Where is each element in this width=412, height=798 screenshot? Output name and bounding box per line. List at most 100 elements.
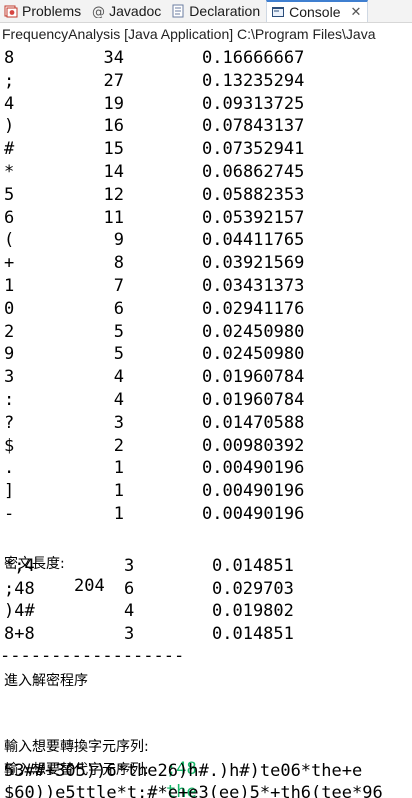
tab-javadoc-label: Javadoc [109, 3, 162, 19]
frequency-cell: 0.04411765 [202, 230, 305, 251]
frequency-cell: 0.09313725 [202, 93, 305, 114]
console-icon [271, 5, 285, 19]
char-cell: ? [4, 412, 15, 433]
frequency-cell: 0.06862745 [202, 162, 305, 182]
count-cell: 14 [103, 162, 124, 182]
tab-console-label: Console [289, 4, 341, 20]
substitute-prompt-line: 輸入想要替代字元序列: the [0, 737, 197, 798]
at-icon: @ [91, 4, 105, 20]
count-cell: 3 [124, 623, 135, 644]
count-cell: 8 [113, 253, 124, 274]
char-cell: ; [4, 70, 15, 91]
frequency-cell: 0.05392157 [202, 207, 305, 228]
count-cell: 12 [103, 184, 124, 205]
frequency-cell: 0.13235294 [202, 70, 305, 91]
sequence-cell: *;4 [4, 556, 35, 576]
count-cell: 3 [124, 556, 135, 576]
frequency-cell: 0.00490196 [202, 504, 305, 524]
tab-javadoc[interactable]: @ Javadoc [87, 0, 167, 22]
frequency-cell: 0.03431373 [202, 276, 305, 296]
char-cell: 3 [4, 367, 15, 388]
separator-line: ------------------ [0, 646, 185, 666]
count-cell: 4 [113, 390, 124, 410]
char-cell: 5 [4, 184, 15, 205]
char-cell: ( [4, 230, 15, 251]
char-cell: 1 [4, 276, 15, 296]
frequency-cell: 0.00490196 [202, 458, 305, 479]
char-cell: 6 [4, 207, 15, 228]
frequency-cell: 0.00490196 [202, 481, 305, 502]
count-cell: 7 [113, 276, 124, 296]
enter-decrypt-line: 進入解密程序 [4, 673, 88, 689]
char-cell: : [4, 390, 15, 410]
char-cell: ) [4, 116, 15, 137]
char-cell: 9 [4, 344, 15, 365]
frequency-cell: 0.02450980 [202, 344, 305, 365]
console-launch-title: FrequencyAnalysis [Java Application] C:\… [2, 26, 376, 42]
frequency-cell: 0.16666667 [202, 48, 305, 68]
frequency-cell: 0.014851 [212, 623, 294, 644]
count-cell: 3 [113, 412, 124, 433]
char-cell: * [4, 162, 15, 182]
count-cell: 1 [113, 481, 124, 502]
char-cell: $ [4, 435, 15, 456]
frequency-cell: 0.07352941 [202, 139, 305, 160]
replace-prompt-line: 輸入想要轉換字元序列: ;48 [0, 714, 197, 779]
frequency-cell: 0.019802 [212, 601, 294, 621]
tab-problems-label: Problems [22, 3, 82, 19]
frequency-cell: 0.05882353 [202, 184, 305, 205]
frequency-cell: 0.01960784 [202, 367, 305, 388]
frequency-cell: 0.02941176 [202, 298, 305, 319]
output-line-2: $60))e5ttle*t;#*e+e3(ee)5*+th6(tee*96 [4, 783, 383, 798]
sequence-cell: )4# [4, 601, 35, 621]
count-cell: 19 [103, 93, 124, 114]
frequency-cell: 0.03921569 [202, 253, 305, 274]
count-cell: 27 [103, 70, 124, 91]
view-tab-bar: Problems @ Javadoc Declaration Console ✕ [0, 0, 412, 23]
frequency-cell: 0.014851 [212, 556, 294, 576]
console-output[interactable]: 8 34 0.16666667; 27 0.13235294 4 19 0.09313725)… [0, 45, 412, 798]
count-cell: 34 [103, 48, 124, 68]
char-cell: 4 [4, 93, 15, 114]
problems-icon [4, 4, 18, 18]
count-cell: 5 [113, 321, 124, 342]
count-cell: 5 [113, 344, 124, 365]
count-cell: 6 [113, 298, 124, 319]
count-cell: 4 [113, 367, 124, 388]
char-cell: - [4, 504, 15, 524]
count-cell: 1 [113, 504, 124, 524]
char-cell: + [4, 253, 15, 274]
count-cell: 6 [124, 578, 135, 599]
tab-declaration[interactable]: Declaration [167, 0, 266, 22]
frequency-cell: 0.02450980 [202, 321, 305, 342]
tab-problems[interactable]: Problems [0, 0, 87, 22]
frequency-cell: 0.01470588 [202, 412, 305, 433]
cipher-length-value: 204 [74, 576, 105, 596]
count-cell: 1 [113, 458, 124, 479]
count-cell: 2 [113, 435, 124, 456]
char-cell: 2 [4, 321, 15, 342]
frequency-cell: 0.01960784 [202, 390, 305, 410]
sequence-cell: ;48 [4, 578, 35, 599]
char-cell: ] [4, 481, 15, 502]
frequency-cell: 0.00980392 [202, 435, 305, 456]
svg-text:@: @ [92, 5, 105, 18]
count-cell: 11 [103, 207, 124, 228]
count-cell: 9 [113, 230, 124, 251]
frequency-cell: 0.029703 [212, 578, 294, 599]
count-cell: 4 [124, 601, 135, 621]
char-cell: . [4, 458, 15, 479]
close-icon[interactable]: ✕ [351, 4, 362, 20]
count-cell: 15 [103, 139, 124, 160]
tab-console[interactable]: Console ✕ [266, 0, 369, 22]
tab-declaration-label: Declaration [189, 3, 261, 19]
sequence-cell: 8+8 [4, 623, 35, 644]
output-line-1: 53##+305))6*the26)h#.)h#)te06*the+e [4, 761, 363, 781]
frequency-cell: 0.07843137 [202, 116, 305, 137]
char-cell: 8 [4, 48, 15, 68]
declaration-icon [171, 4, 185, 18]
cipher-length-line: 密文長度: 204 [0, 531, 105, 596]
char-cell: # [4, 139, 15, 160]
count-cell: 16 [103, 116, 124, 137]
char-cell: 0 [4, 298, 15, 319]
